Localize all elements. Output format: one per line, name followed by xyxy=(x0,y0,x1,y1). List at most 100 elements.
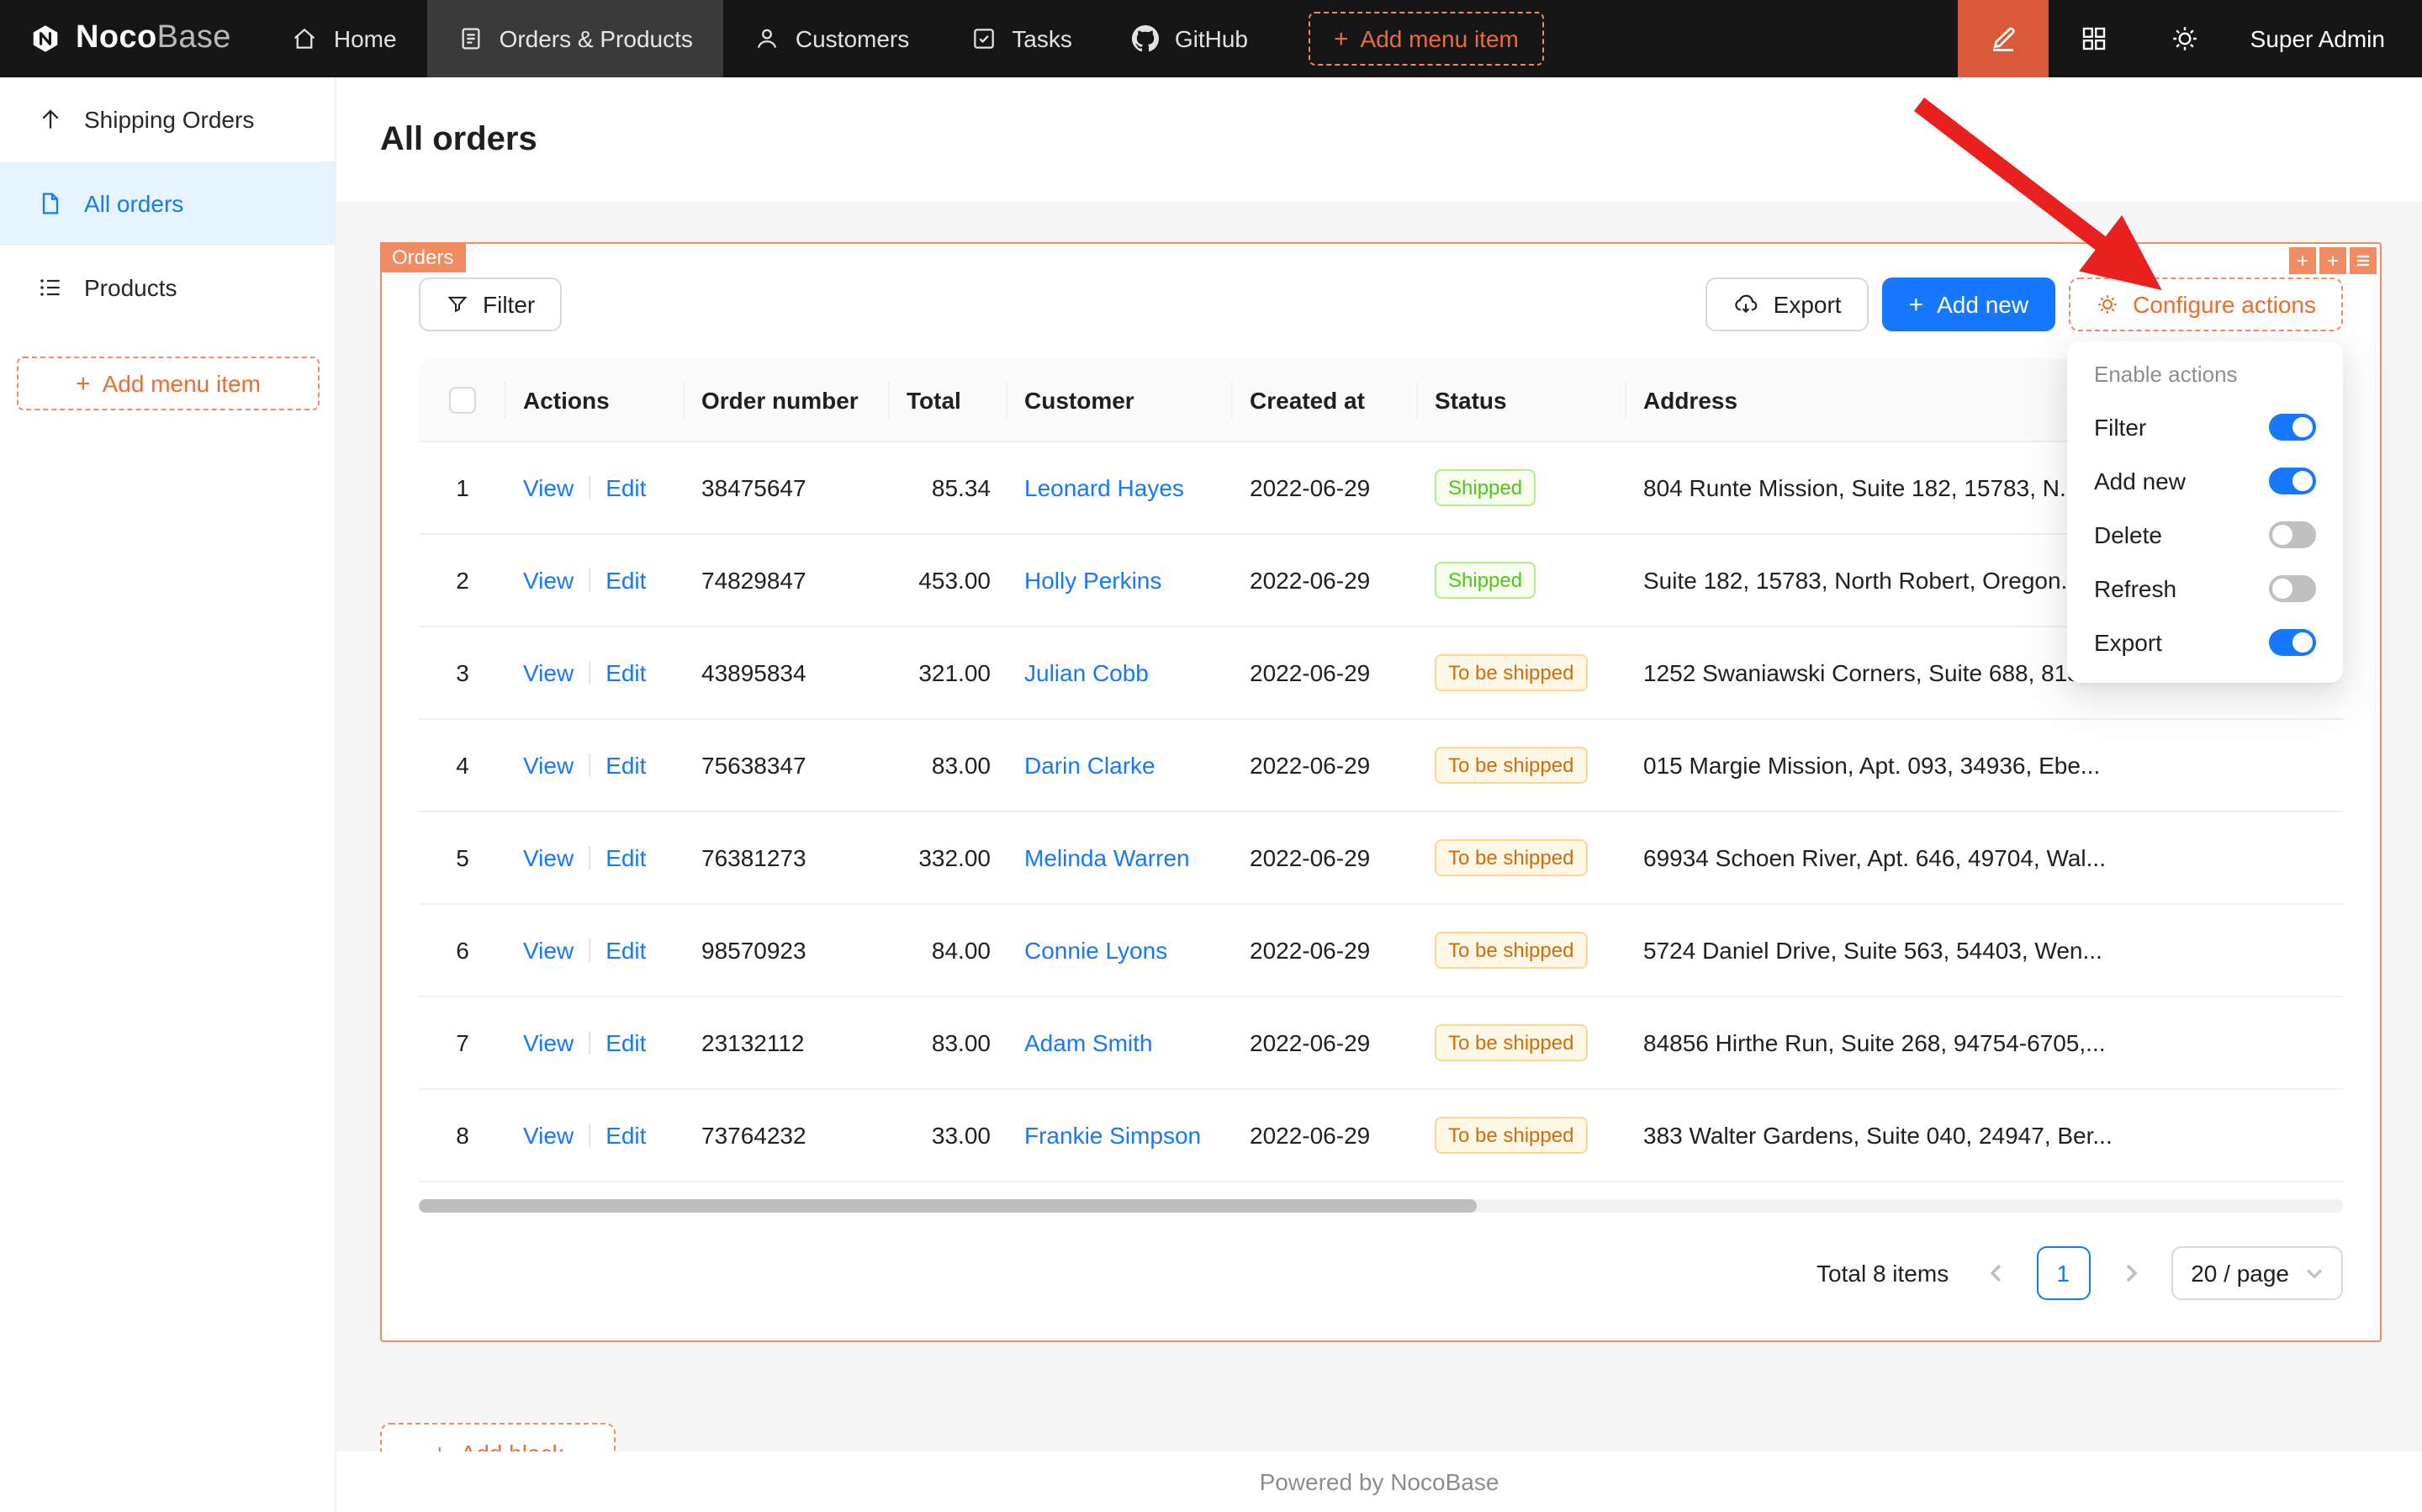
enable-action-refresh[interactable]: Refresh xyxy=(2074,562,2336,616)
configure-actions-button[interactable]: Configure actions xyxy=(2069,278,2343,331)
filter-button[interactable]: Filter xyxy=(419,278,562,331)
toggle-switch[interactable] xyxy=(2269,629,2316,656)
nocobase-logo[interactable]: NocoBase xyxy=(0,0,262,77)
select-all-checkbox[interactable] xyxy=(449,386,476,413)
edit-link[interactable]: Edit xyxy=(606,844,646,871)
customer-link[interactable]: Connie Lyons xyxy=(1024,937,1167,964)
row-index-cell: 5 xyxy=(419,812,506,903)
drag-handle-icon[interactable]: + xyxy=(2289,247,2316,274)
edit-link[interactable]: Edit xyxy=(606,474,646,501)
page-size-select[interactable]: 20 / page xyxy=(2171,1246,2343,1300)
toggle-switch[interactable] xyxy=(2269,575,2316,602)
customer-link[interactable]: Leonard Hayes xyxy=(1024,474,1184,501)
created-at-value: 2022-06-29 xyxy=(1250,844,1370,871)
enable-actions-dropdown: Enable actions Filter Add new Delete Ref… xyxy=(2067,341,2343,683)
add-block-button[interactable]: + Add block xyxy=(380,1423,616,1451)
customer-link[interactable]: Frankie Simpson xyxy=(1024,1122,1201,1149)
toggle-switch[interactable] xyxy=(2269,414,2316,441)
toggle-switch[interactable] xyxy=(2269,468,2316,494)
switch-knob xyxy=(2272,525,2292,545)
edit-link[interactable]: Edit xyxy=(606,1122,646,1149)
view-link[interactable]: View xyxy=(523,1122,574,1149)
page-number-1[interactable]: 1 xyxy=(2036,1246,2090,1300)
customer-link[interactable]: Julian Cobb xyxy=(1024,659,1149,686)
sidebar-item-products[interactable]: Products xyxy=(0,246,335,330)
view-link[interactable]: View xyxy=(523,567,574,594)
viewport: NocoBase Home Orders & Products Customer… xyxy=(0,0,2422,1512)
view-link[interactable]: View xyxy=(523,752,574,779)
nav-item-label: GitHub xyxy=(1175,25,1248,52)
orders-icon xyxy=(457,25,484,52)
add-block-icon[interactable]: + xyxy=(2319,247,2346,274)
ui-editor-button[interactable] xyxy=(1958,0,2049,77)
customer-link[interactable]: Melinda Warren xyxy=(1024,844,1190,871)
enable-action-add-new[interactable]: Add new xyxy=(2074,454,2336,508)
nav-item-home[interactable]: Home xyxy=(262,0,427,77)
export-button[interactable]: Export xyxy=(1706,278,1869,331)
home-icon xyxy=(292,25,319,52)
prev-page-button[interactable] xyxy=(1969,1246,2023,1300)
highlight-pen-icon xyxy=(1988,24,2018,54)
orders-table: Actions Order number Total Customer Crea… xyxy=(419,358,2343,1213)
edit-link[interactable]: Edit xyxy=(606,659,646,686)
status-badge: To be shipped xyxy=(1435,1117,1587,1154)
view-link[interactable]: View xyxy=(523,659,574,686)
add-menu-item-button-navbar[interactable]: + Add menu item xyxy=(1309,12,1544,66)
view-link[interactable]: View xyxy=(523,1029,574,1056)
view-link[interactable]: View xyxy=(523,844,574,871)
pagination-total: Total 8 items xyxy=(1816,1260,1949,1287)
toggle-switch[interactable] xyxy=(2269,521,2316,548)
column-header-actions: Actions xyxy=(506,358,685,441)
status-badge: To be shipped xyxy=(1435,839,1587,876)
edit-link[interactable]: Edit xyxy=(606,1029,646,1056)
add-menu-item-button-sidebar[interactable]: + Add menu item xyxy=(17,357,320,410)
row-index-cell: 8 xyxy=(419,1090,506,1181)
plugin-manager-button[interactable] xyxy=(2049,0,2139,77)
edit-link[interactable]: Edit xyxy=(606,937,646,964)
status-badge: To be shipped xyxy=(1435,654,1587,691)
customer-link[interactable]: Darin Clarke xyxy=(1024,752,1155,779)
nav-item-github[interactable]: GitHub xyxy=(1103,0,1278,77)
grid-icon xyxy=(2079,24,2109,54)
view-link[interactable]: View xyxy=(523,474,574,501)
nav-item-customers[interactable]: Customers xyxy=(723,0,939,77)
order-number: 73764232 xyxy=(701,1122,806,1149)
customer-link[interactable]: Adam Smith xyxy=(1024,1029,1153,1056)
address-cell: 015 Margie Mission, Apt. 093, 34936, Ebe… xyxy=(1626,720,2343,811)
enable-actions-title: Enable actions xyxy=(2074,355,2336,400)
edit-link[interactable]: Edit xyxy=(606,567,646,594)
nav-item-orders-products[interactable]: Orders & Products xyxy=(427,0,723,77)
view-link[interactable]: View xyxy=(523,937,574,964)
row-actions-cell: View Edit xyxy=(506,442,685,533)
switch-knob xyxy=(2272,579,2292,599)
table-row: 5 View Edit 76381273 332.00 Melinda Warr… xyxy=(419,812,2343,905)
enable-action-export[interactable]: Export xyxy=(2074,616,2336,669)
block-menu-icon[interactable] xyxy=(2350,247,2377,274)
edit-link[interactable]: Edit xyxy=(606,752,646,779)
total-cell: 321.00 xyxy=(890,627,1007,718)
row-index: 2 xyxy=(456,567,469,594)
sidebar-item-all-orders[interactable]: All orders xyxy=(0,161,335,246)
status-cell: To be shipped xyxy=(1418,997,1626,1088)
nav-item-tasks[interactable]: Tasks xyxy=(939,0,1103,77)
sidebar-item-shipping-orders[interactable]: Shipping Orders xyxy=(0,77,335,161)
table-row: 8 View Edit 73764232 33.00 Frankie Simps… xyxy=(419,1090,2343,1182)
customer-cell: Melinda Warren xyxy=(1007,812,1233,903)
enable-action-filter[interactable]: Filter xyxy=(2074,400,2336,454)
order-number-cell: 75638347 xyxy=(685,720,890,811)
status-cell: To be shipped xyxy=(1418,1090,1626,1181)
created-at-value: 2022-06-29 xyxy=(1250,659,1370,686)
arrow-up-icon xyxy=(37,106,64,133)
order-number: 98570923 xyxy=(701,937,806,964)
order-number-cell: 73764232 xyxy=(685,1090,890,1181)
horizontal-scrollbar-thumb[interactable] xyxy=(419,1199,1477,1213)
enable-action-delete[interactable]: Delete xyxy=(2074,508,2336,562)
next-page-button[interactable] xyxy=(2103,1246,2157,1300)
settings-button[interactable] xyxy=(2139,0,2230,77)
user-menu[interactable]: Super Admin xyxy=(2230,0,2422,77)
add-new-button[interactable]: + Add new xyxy=(1882,278,2056,331)
customer-cell: Connie Lyons xyxy=(1007,905,1233,996)
customer-link[interactable]: Holly Perkins xyxy=(1024,567,1161,594)
status-cell: To be shipped xyxy=(1418,905,1626,996)
order-number-cell: 23132112 xyxy=(685,997,890,1088)
